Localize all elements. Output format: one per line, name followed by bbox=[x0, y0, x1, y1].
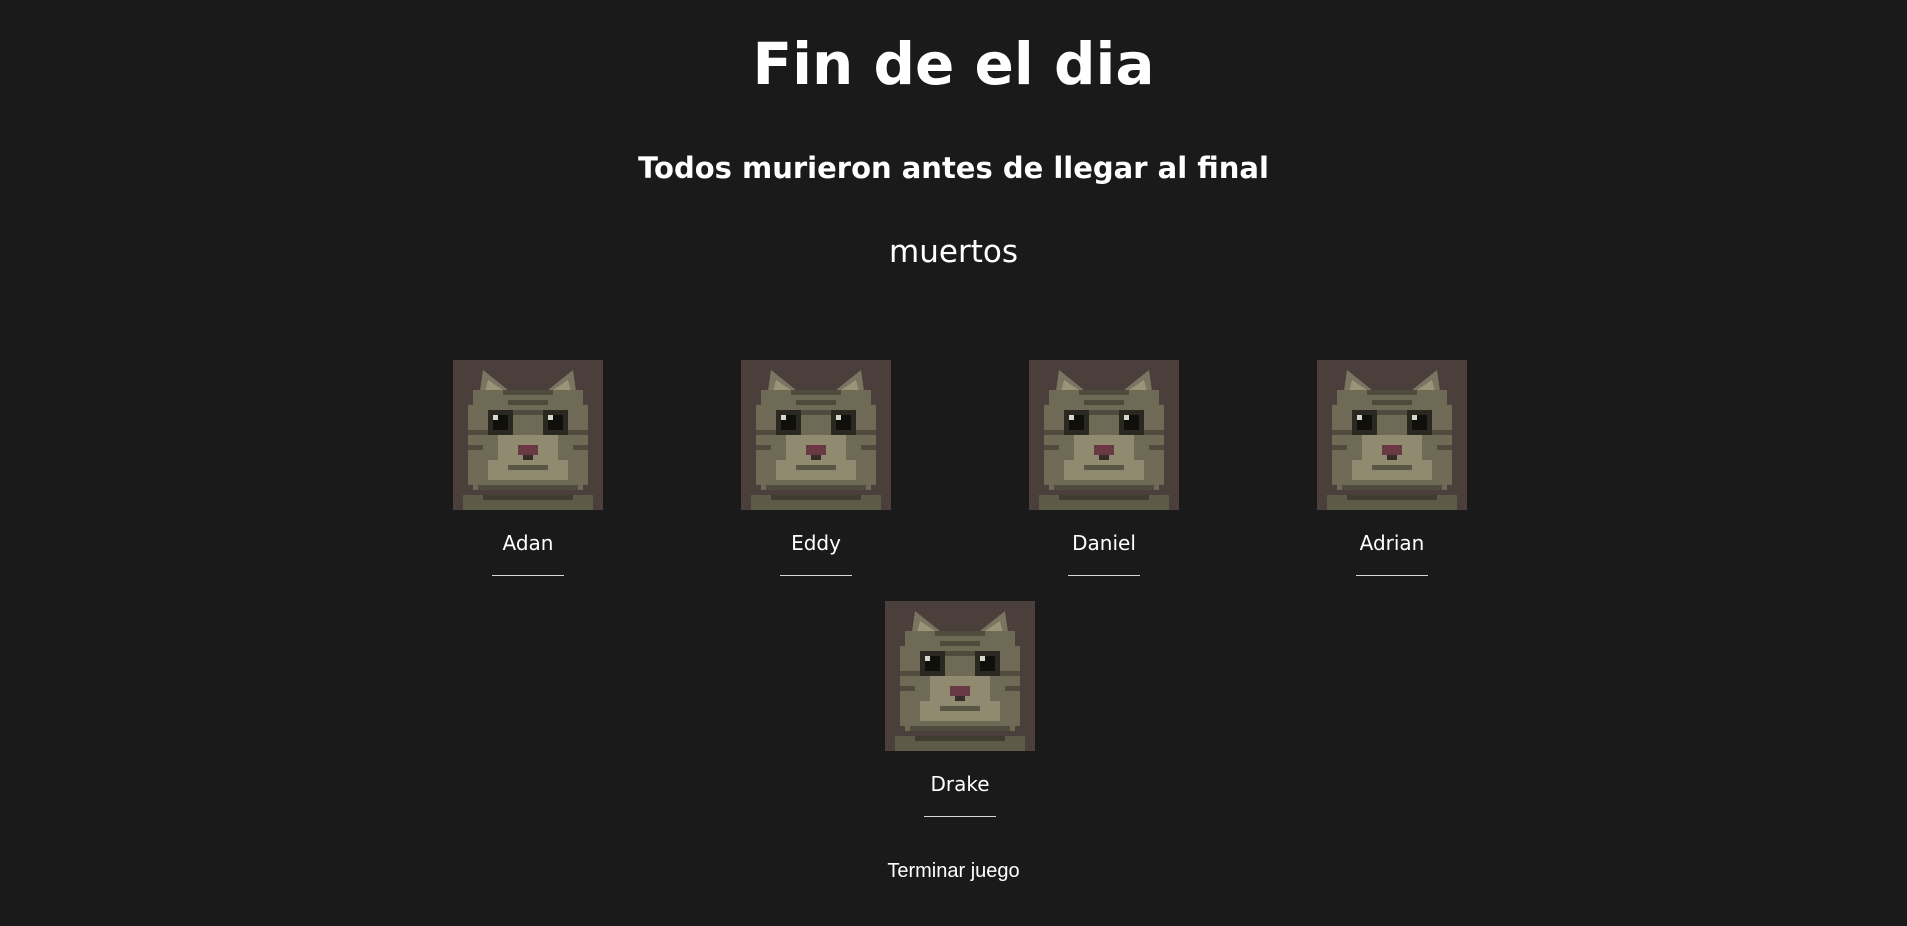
end-game-button-row: Terminar juego bbox=[0, 858, 1907, 884]
name-divider bbox=[1068, 575, 1140, 576]
name-divider bbox=[1356, 575, 1428, 576]
character-card: Adan bbox=[453, 360, 603, 576]
page-title: Fin de el dia bbox=[752, 30, 1155, 98]
character-card: Eddy bbox=[741, 360, 891, 576]
character-name: Adan bbox=[502, 531, 554, 555]
name-divider bbox=[924, 816, 996, 817]
character-name: Daniel bbox=[1072, 531, 1136, 555]
cat-portrait-icon bbox=[741, 360, 891, 510]
game-over-screen: Fin de el dia Todos murieron antes de ll… bbox=[0, 0, 1907, 926]
cat-portrait-icon bbox=[885, 601, 1035, 751]
cat-portrait-icon bbox=[453, 360, 603, 510]
page-subtitle: Todos murieron antes de llegar al final bbox=[638, 151, 1269, 185]
character-name: Eddy bbox=[791, 531, 841, 555]
character-card: Adrian bbox=[1317, 360, 1467, 576]
character-card: Drake bbox=[885, 601, 1035, 817]
dead-section-label: muertos bbox=[889, 234, 1018, 270]
character-card: Daniel bbox=[1029, 360, 1179, 576]
character-name: Adrian bbox=[1359, 531, 1425, 555]
cat-portrait-icon bbox=[1029, 360, 1179, 510]
cat-portrait-icon bbox=[1317, 360, 1467, 510]
end-game-button[interactable]: Terminar juego bbox=[887, 860, 1019, 882]
name-divider bbox=[780, 575, 852, 576]
name-divider bbox=[492, 575, 564, 576]
character-name: Drake bbox=[930, 772, 990, 796]
